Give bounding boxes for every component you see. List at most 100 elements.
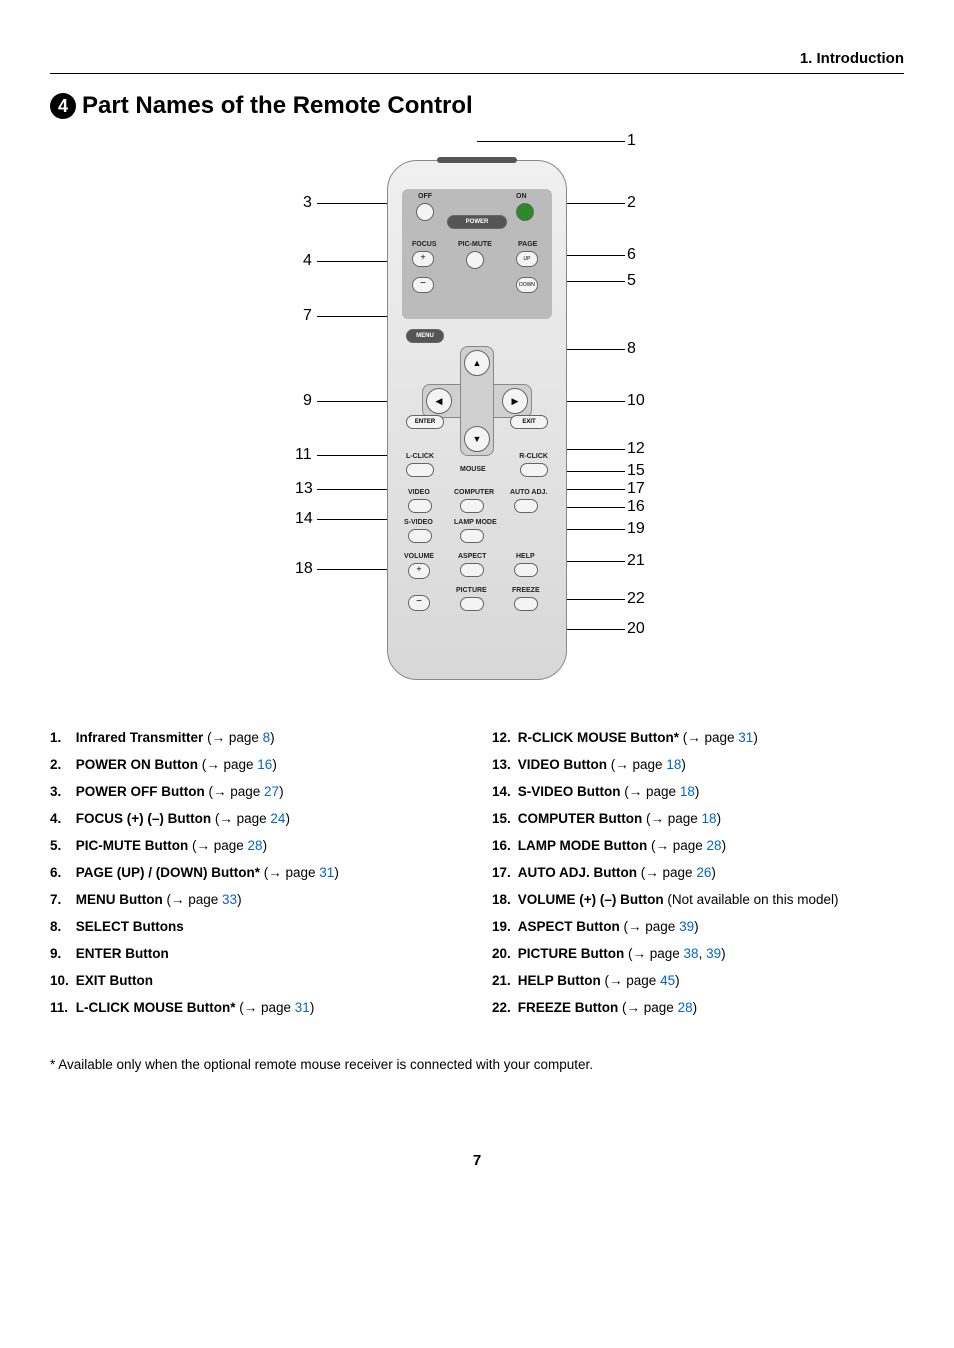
parts-list-item: 18. VOLUME (+) (–) Button (Not available…	[492, 892, 904, 907]
parts-list-item: 3. POWER OFF Button (→ page 27)	[50, 784, 462, 799]
rclick-button	[520, 463, 548, 477]
label-off: OFF	[418, 193, 432, 200]
power-label-bar: POWER	[447, 215, 507, 229]
page-link[interactable]: 45	[660, 973, 675, 988]
video-button	[408, 499, 432, 513]
volume-minus-button: −	[408, 595, 430, 611]
label-on: ON	[516, 193, 527, 200]
callout-15: 15	[627, 462, 645, 480]
section-title-text: Part Names of the Remote Control	[82, 92, 473, 120]
section-number-badge: 4	[50, 93, 76, 119]
callout-5: 5	[627, 272, 636, 290]
label-picmute: PIC-MUTE	[458, 241, 492, 248]
select-left-button: ◀	[426, 388, 452, 414]
callout-7: 7	[303, 307, 312, 325]
parts-list-item: 19. ASPECT Button (→ page 39)	[492, 919, 904, 934]
parts-list-item: 5. PIC-MUTE Button (→ page 28)	[50, 838, 462, 853]
parts-list-item: 8. SELECT Buttons	[50, 919, 462, 934]
parts-list-item: 11. L-CLICK MOUSE Button* (→ page 31)	[50, 1000, 462, 1015]
callout-16: 16	[627, 498, 645, 516]
callout-8: 8	[627, 340, 636, 358]
page-link[interactable]: 27	[264, 784, 279, 799]
picture-button	[460, 597, 484, 611]
lclick-button	[406, 463, 434, 477]
label-picture: PICTURE	[456, 587, 487, 594]
page-link[interactable]: 8	[263, 730, 271, 745]
callout-22: 22	[627, 590, 645, 608]
focus-plus-button: +	[412, 251, 434, 267]
callout-3: 3	[303, 194, 312, 212]
menu-button: MENU	[406, 329, 444, 343]
callout-11: 11	[295, 446, 312, 464]
autoadj-button	[514, 499, 538, 513]
callout-18: 18	[295, 560, 313, 578]
label-focus: FOCUS	[412, 241, 437, 248]
page-link[interactable]: 31	[295, 1000, 310, 1015]
parts-list-item: 14. S-VIDEO Button (→ page 18)	[492, 784, 904, 799]
label-volume: VOLUME	[404, 553, 434, 560]
page-link[interactable]: 31	[319, 865, 334, 880]
parts-list-item: 10. EXIT Button	[50, 973, 462, 988]
picmute-button	[466, 251, 484, 269]
callout-20: 20	[627, 620, 645, 638]
ir-window	[437, 157, 517, 163]
page-link[interactable]: 24	[270, 811, 285, 826]
page-link[interactable]: 18	[666, 757, 681, 772]
remote-body: OFF ON POWER FOCUS PIC-MUTE PAGE + − UP …	[387, 160, 567, 680]
page-link[interactable]: 18	[680, 784, 695, 799]
page-link[interactable]: 26	[696, 865, 711, 880]
parts-list-left: 1. Infrared Transmitter (→ page 8) 2. POW…	[50, 730, 462, 1027]
exit-button: EXIT	[510, 415, 548, 429]
parts-list-item: 16. LAMP MODE Button (→ page 28)	[492, 838, 904, 853]
aspect-button	[460, 563, 484, 577]
callout-2: 2	[627, 194, 636, 212]
callout-14: 14	[295, 510, 313, 528]
computer-button	[460, 499, 484, 513]
label-svideo: S-VIDEO	[404, 519, 433, 526]
page-link[interactable]: 38	[684, 946, 699, 961]
lampmode-button	[460, 529, 484, 543]
parts-list-item: 20. PICTURE Button (→ page 38, 39)	[492, 946, 904, 961]
page-link[interactable]: 31	[738, 730, 753, 745]
page-link[interactable]: 33	[222, 892, 237, 907]
parts-list-item: 4. FOCUS (+) (–) Button (→ page 24)	[50, 811, 462, 826]
page-down-button: DOWN	[516, 277, 538, 293]
power-off-button	[416, 203, 434, 221]
page-number: 7	[50, 1152, 904, 1169]
label-page: PAGE	[518, 241, 537, 248]
remote-diagram: 3 4 7 9 11 13 14 18 1 2 6 5 8 10 12 15 1…	[50, 140, 904, 700]
section-title: 4 Part Names of the Remote Control	[50, 92, 904, 120]
dpad: ▲ ▼ ◀ ▶	[422, 346, 532, 456]
page-link[interactable]: 39	[706, 946, 721, 961]
parts-list-item: 21. HELP Button (→ page 45)	[492, 973, 904, 988]
page-link[interactable]: 28	[707, 838, 722, 853]
callout-17: 17	[627, 480, 645, 498]
label-freeze: FREEZE	[512, 587, 540, 594]
header-section: 1. Introduction	[50, 50, 904, 74]
page-up-button: UP	[516, 251, 538, 267]
label-aspect: ASPECT	[458, 553, 486, 560]
parts-list-right: 12. R-CLICK MOUSE Button* (→ page 31)13.…	[492, 730, 904, 1027]
page-link[interactable]: 39	[679, 919, 694, 934]
svideo-button	[408, 529, 432, 543]
parts-lists: 1. Infrared Transmitter (→ page 8) 2. POW…	[50, 730, 904, 1027]
parts-list-item: 17. AUTO ADJ. Button (→ page 26)	[492, 865, 904, 880]
callout-19: 19	[627, 520, 645, 538]
label-autoadj: AUTO ADJ.	[510, 489, 547, 496]
callout-4: 4	[303, 252, 312, 270]
callout-1: 1	[627, 132, 636, 150]
parts-list-item: 1. Infrared Transmitter (→ page 8)	[50, 730, 462, 745]
power-on-button	[516, 203, 534, 221]
page-link[interactable]: 16	[257, 757, 272, 772]
parts-list-item: 9. ENTER Button	[50, 946, 462, 961]
label-video: VIDEO	[408, 489, 430, 496]
freeze-button	[514, 597, 538, 611]
label-lclick: L-CLICK	[406, 453, 434, 460]
callout-13: 13	[295, 480, 313, 498]
page-link[interactable]: 28	[678, 1000, 693, 1015]
select-down-button: ▼	[464, 426, 490, 452]
parts-list-item: 7. MENU Button (→ page 33)	[50, 892, 462, 907]
page-link[interactable]: 18	[702, 811, 717, 826]
page-link[interactable]: 28	[248, 838, 263, 853]
parts-list-item: 2. POWER ON Button (→ page 16)	[50, 757, 462, 772]
